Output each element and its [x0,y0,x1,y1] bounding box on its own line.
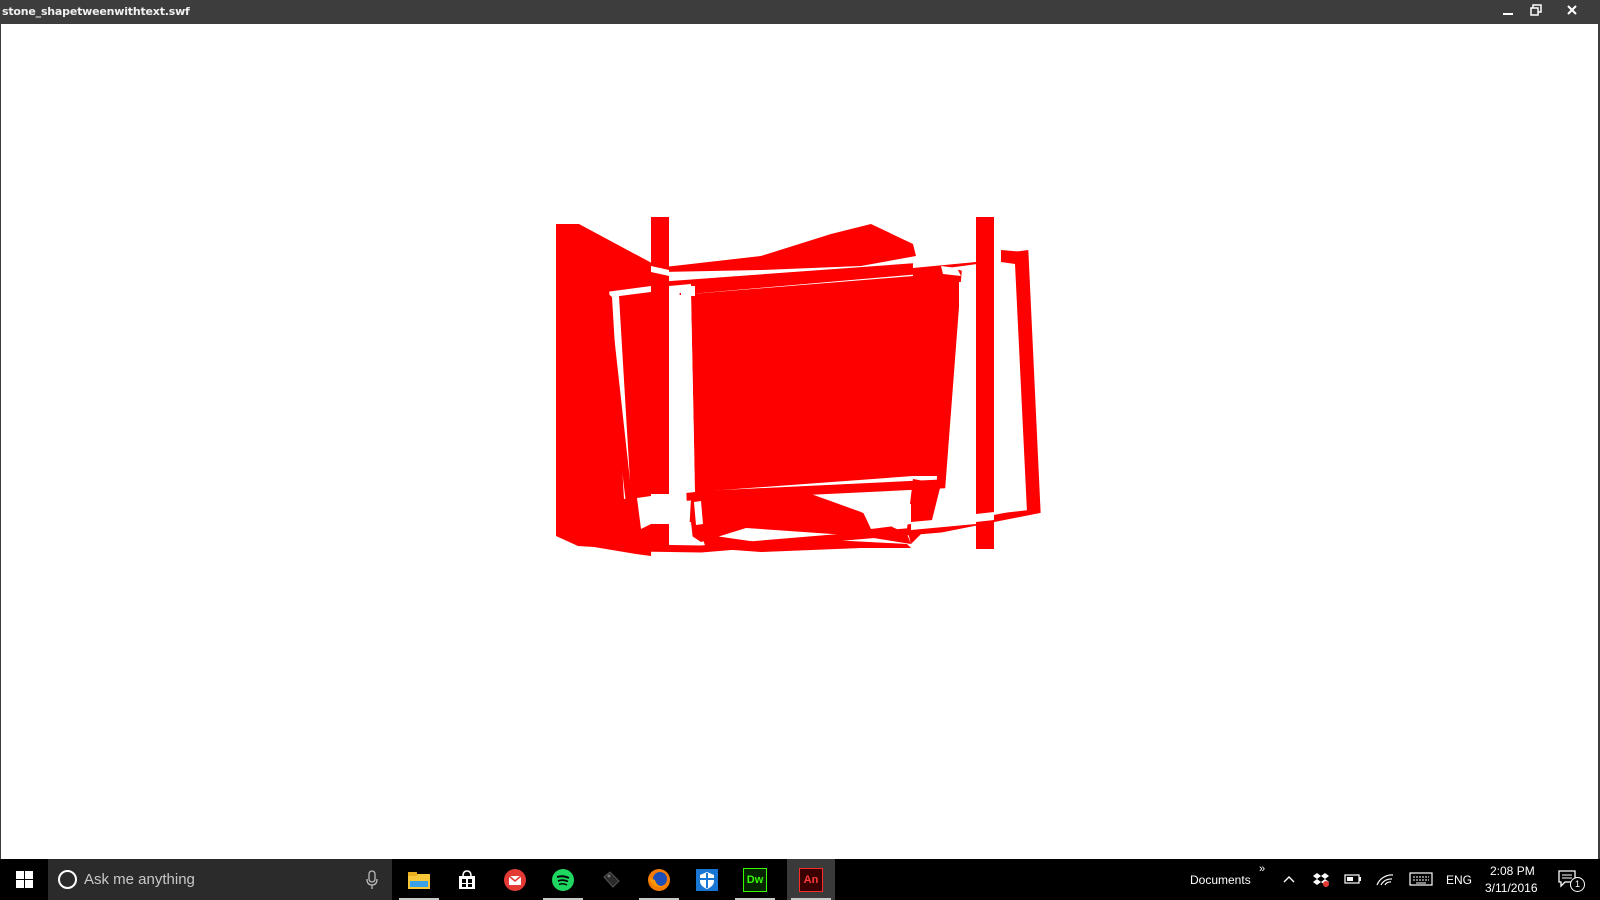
file-explorer-icon [408,871,430,889]
shape-tween-artwork [556,217,1041,556]
documents-toolbar[interactable]: Documents [1190,873,1251,887]
taskbar-mail[interactable] [491,859,539,900]
minimize-icon [1503,13,1513,15]
clock-date[interactable]: 3/11/2016 [1485,881,1538,895]
tray-wifi[interactable] [1374,869,1396,889]
search-placeholder: Ask me anything [84,871,195,888]
start-button[interactable] [0,859,48,900]
tray-touch-keyboard[interactable] [1408,869,1434,889]
toolbar-expand-chevron[interactable]: » [1259,863,1265,875]
store-icon [459,869,475,889]
wifi-icon [1376,874,1394,886]
microphone-icon[interactable] [364,870,380,890]
tag-icon [603,870,620,888]
chevron-up-icon [1283,876,1295,883]
clock-time[interactable]: 2:08 PM [1490,864,1535,878]
restore-button[interactable] [1518,0,1554,20]
taskbar-file-explorer[interactable] [395,859,443,900]
animate-icon: An [799,867,823,892]
taskbar-tag-app[interactable] [587,859,635,900]
taskbar-security[interactable] [683,859,731,900]
dropbox-sync-icon [1313,873,1329,887]
battery-icon [1344,874,1361,884]
notification-count-badge: 1 [1570,877,1585,892]
taskbar-animate[interactable]: An [787,859,835,900]
cortana-icon [58,870,77,889]
restore-icon [1530,4,1542,16]
keyboard-icon [1409,872,1433,886]
flash-stage [1,24,1598,859]
mail-icon [504,868,526,891]
close-button[interactable] [1554,0,1590,20]
taskbar-dreamweaver[interactable]: Dw [731,859,779,900]
window-titlebar: stone_shapetweenwithtext.swf [0,0,1600,24]
taskbar-store[interactable] [443,859,491,900]
taskbar: Ask me anything Dw An Documents » ENG 2:… [0,859,1600,900]
window-title: stone_shapetweenwithtext.swf [2,5,190,18]
spotify-icon [552,868,574,891]
show-hidden-icons-button[interactable] [1278,869,1300,889]
windows-logo-icon [15,871,33,888]
firefox-icon [648,868,670,891]
taskbar-spotify[interactable] [539,859,587,900]
close-icon [1567,5,1577,15]
tray-dropbox[interactable] [1310,869,1332,889]
tray-battery[interactable] [1342,869,1364,889]
security-shield-icon [696,868,718,891]
dreamweaver-label: Dw [746,873,764,886]
taskbar-firefox[interactable] [635,859,683,900]
action-center-button[interactable]: 1 [1556,869,1585,892]
input-language[interactable]: ENG [1446,873,1472,887]
animate-label: An [803,873,819,886]
dreamweaver-icon: Dw [743,867,767,892]
cortana-search-box[interactable]: Ask me anything [48,859,392,900]
